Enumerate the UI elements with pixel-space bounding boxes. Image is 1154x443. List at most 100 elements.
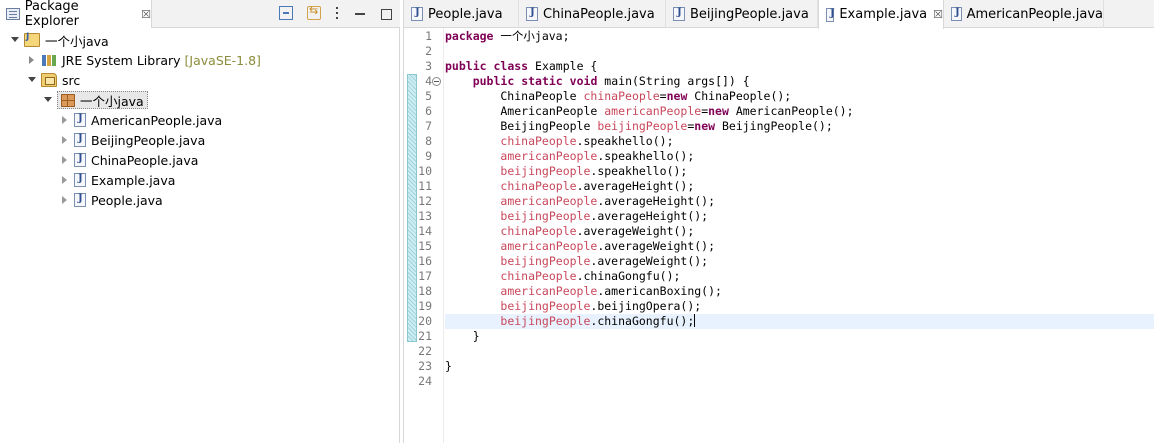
collapse-arrow-icon[interactable]	[60, 115, 70, 125]
code-line[interactable]: BeijingPeople beijingPeople=new BeijingP…	[445, 119, 1154, 134]
collapse-arrow-icon[interactable]	[60, 195, 70, 205]
code-token: .averageHeight();	[576, 179, 695, 193]
tab-example-java[interactable]: Example.java ☒	[818, 0, 944, 29]
tree-item-label: 一个小java	[80, 93, 144, 109]
code-line[interactable]: public class Example {	[445, 59, 1154, 74]
tree-item-jre-library[interactable]: JRE System Library [JavaSE-1.8]	[0, 50, 399, 70]
code-token: .chinaGongfu();	[590, 314, 695, 328]
variable-token: beijingPeople	[500, 164, 591, 178]
code-line[interactable]: americanPeople.averageHeight();	[445, 194, 1154, 209]
keyword-token: class	[493, 59, 529, 73]
tree-item-src[interactable]: src	[0, 70, 399, 90]
collapse-arrow-icon[interactable]	[60, 155, 70, 165]
tab-people-java[interactable]: People.java	[404, 0, 519, 28]
code-line[interactable]: americanPeople.speakhello();	[445, 149, 1154, 164]
tree-item-file[interactable]: ChinaPeople.java	[0, 150, 399, 170]
tree-item-file[interactable]: AmericanPeople.java	[0, 110, 399, 130]
close-icon[interactable]: ☒	[933, 9, 943, 20]
package-explorer-icon	[6, 8, 20, 20]
line-number: 14	[418, 224, 432, 238]
collapse-arrow-icon[interactable]	[60, 135, 70, 145]
code-line[interactable]	[445, 344, 1154, 359]
java-file-icon	[74, 133, 86, 147]
tree-item-label: BeijingPeople.java	[91, 132, 206, 148]
tree-item-file[interactable]: BeijingPeople.java	[0, 130, 399, 150]
variable-token: americanPeople	[500, 284, 598, 298]
line-number: 1	[425, 29, 432, 43]
expand-arrow-icon[interactable]	[43, 95, 53, 105]
keyword-token: new	[694, 119, 716, 133]
line-number: 17	[418, 269, 432, 283]
code-line[interactable]: americanPeople.averageWeight();	[445, 239, 1154, 254]
code-editor: People.java ChinaPeople.java BeijingPeop…	[403, 0, 1154, 443]
code-line[interactable]: chinaPeople.averageHeight();	[445, 179, 1154, 194]
editor-tab-bar: People.java ChinaPeople.java BeijingPeop…	[404, 0, 1154, 29]
tree-item-label: src	[62, 72, 81, 88]
collapse-all-icon[interactable]	[279, 6, 293, 20]
code-line[interactable]: public static void main(String args[]) {	[445, 74, 1154, 89]
code-line[interactable]: }	[445, 329, 1154, 344]
tree-item-package[interactable]: 一个小java	[0, 90, 399, 110]
code-line[interactable]: chinaPeople.chinaGongfu();	[445, 269, 1154, 284]
expand-arrow-icon[interactable]	[27, 75, 37, 85]
maximize-icon[interactable]	[381, 8, 392, 20]
expand-arrow-icon[interactable]	[10, 35, 20, 45]
collapse-arrow-icon[interactable]	[27, 55, 37, 65]
code-line[interactable]: beijingPeople.chinaGongfu();	[445, 314, 1154, 329]
tab-americanpeople-java[interactable]: AmericanPeople.java	[944, 0, 1104, 28]
line-number: 23	[418, 359, 432, 373]
keyword-token: new	[708, 104, 729, 118]
collapse-arrow-icon[interactable]	[60, 175, 70, 185]
code-line[interactable]: americanPeople.americanBoxing();	[445, 284, 1154, 299]
link-with-editor-icon[interactable]	[307, 4, 321, 20]
code-line[interactable]: }	[445, 359, 1154, 374]
tab-label: ChinaPeople.java	[543, 6, 655, 22]
tree-item-project[interactable]: 一个小java	[0, 30, 399, 50]
package-explorer-tab[interactable]: Package Explorer ☒	[0, 0, 152, 29]
package-icon	[61, 93, 75, 107]
code-line[interactable]: beijingPeople.speakhello();	[445, 164, 1154, 179]
tree-item-file[interactable]: Example.java	[0, 170, 399, 190]
code-line[interactable]: chinaPeople.averageWeight();	[445, 224, 1154, 239]
variable-token: chinaPeople	[500, 179, 577, 193]
source-folder-icon	[41, 73, 57, 87]
minimize-icon[interactable]	[353, 6, 367, 20]
view-menu-icon[interactable]	[335, 6, 339, 20]
library-icon	[41, 53, 57, 67]
line-number: 6	[425, 104, 432, 118]
java-file-icon	[74, 113, 86, 127]
package-explorer-header: Package Explorer ☒	[0, 0, 400, 29]
tab-beijingpeople-java[interactable]: BeijingPeople.java	[666, 0, 818, 28]
code-line[interactable]: AmericanPeople americanPeople=new Americ…	[445, 104, 1154, 119]
variable-token: americanPeople	[500, 194, 598, 208]
code-area[interactable]: 1 2 3 4 5 6 7 8 9 10 11 12 13 14 15 16 17 18 19 20 21 22 23 24 …	[404, 28, 1154, 443]
code-line[interactable]	[445, 374, 1154, 389]
code-line[interactable]	[445, 44, 1154, 59]
code-line[interactable]: package 一个小java;	[445, 29, 1154, 44]
code-token: main(String args[]) {	[597, 74, 750, 88]
code-token: .speakhello();	[590, 164, 688, 178]
code-line[interactable]: chinaPeople.speakhello();	[445, 134, 1154, 149]
code-line[interactable]: beijingPeople.averageWeight();	[445, 254, 1154, 269]
code-token: ChinaPeople();	[687, 89, 792, 103]
tree-item-label: 一个小java	[45, 33, 109, 49]
fold-toggle-icon[interactable]	[432, 77, 441, 86]
code-line[interactable]: beijingPeople.beijingOpera();	[445, 299, 1154, 314]
java-file-icon	[526, 7, 538, 21]
line-number: 9	[425, 149, 432, 163]
tree-item-file[interactable]: People.java	[0, 190, 399, 210]
line-number: 3	[425, 59, 432, 73]
close-icon[interactable]: ☒	[141, 9, 151, 20]
line-number: 21	[418, 329, 432, 343]
line-number: 19	[418, 299, 432, 313]
code-line[interactable]: beijingPeople.averageHeight();	[445, 209, 1154, 224]
selection-highlight: 一个小java	[57, 91, 148, 109]
code-line[interactable]: ChinaPeople chinaPeople=new ChinaPeople(…	[445, 89, 1154, 104]
tab-chinapeople-java[interactable]: ChinaPeople.java	[519, 0, 666, 28]
